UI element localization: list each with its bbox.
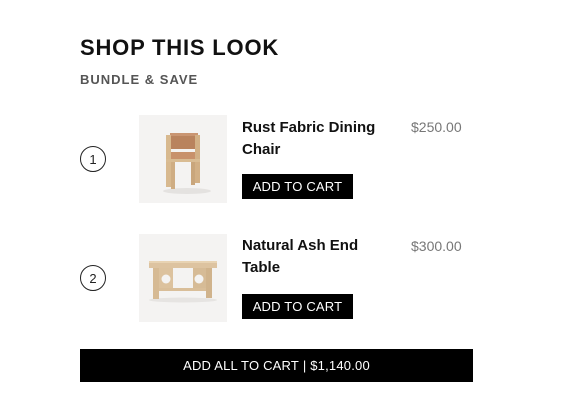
add-all-to-cart-button[interactable]: ADD ALL TO CART | $1,140.00 xyxy=(80,349,473,382)
product-row: 2 Natural Ash End Table $300.00 ADD TO C… xyxy=(0,232,567,332)
product-name[interactable]: Rust Fabric Dining Chair xyxy=(242,117,392,161)
dining-chair-icon xyxy=(163,133,211,194)
product-image[interactable] xyxy=(139,234,227,322)
product-row: 1 Rust Fabric Dining Chair $250.00 ADD T… xyxy=(0,113,567,213)
section-title: SHOP THIS LOOK xyxy=(80,35,280,60)
add-to-cart-button[interactable]: ADD TO CART xyxy=(242,174,353,199)
shop-this-look-module: SHOP THIS LOOK BUNDLE & SAVE 1 Rust Fabr… xyxy=(0,0,567,413)
product-number-badge: 2 xyxy=(80,265,106,291)
add-to-cart-button[interactable]: ADD TO CART xyxy=(242,294,353,319)
separator: | xyxy=(299,358,311,373)
bundle-total: $1,140.00 xyxy=(310,358,370,373)
product-number-badge: 1 xyxy=(80,146,106,172)
section-subtitle: BUNDLE & SAVE xyxy=(80,72,199,87)
product-price: $300.00 xyxy=(411,238,462,254)
end-table-icon xyxy=(149,261,217,303)
add-all-label: ADD ALL TO CART xyxy=(183,358,300,373)
product-image[interactable] xyxy=(139,115,227,203)
product-name[interactable]: Natural Ash End Table xyxy=(242,235,392,279)
product-price: $250.00 xyxy=(411,119,462,135)
